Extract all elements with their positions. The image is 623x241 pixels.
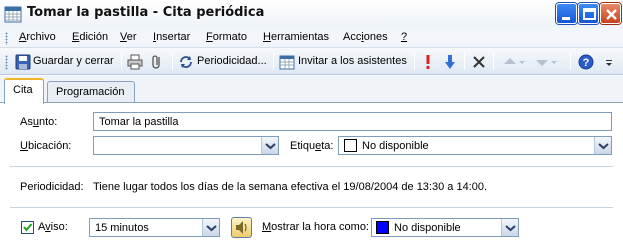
toolbar-separator xyxy=(273,53,274,70)
next-icon xyxy=(536,60,557,66)
calendar-icon xyxy=(4,6,22,23)
close-button[interactable] xyxy=(600,3,621,24)
appointment-form: Asunto: Tomar la pastilla Ubicación: Eti… xyxy=(0,102,623,241)
divider xyxy=(10,166,613,167)
window-title: Tomar la pastilla - Cita periódica xyxy=(27,5,265,20)
invite-calendar-icon xyxy=(279,55,295,70)
reminder-sound-button[interactable] xyxy=(231,217,252,238)
label-color-swatch xyxy=(344,139,357,152)
recurrence-label: Periodicidad: xyxy=(20,181,84,193)
low-importance-button[interactable] xyxy=(442,53,458,71)
showas-label: Mostrar la hora como: xyxy=(262,221,369,233)
appointment-window: Tomar la pastilla - Cita periódica Archi… xyxy=(0,0,623,241)
menu-insertar[interactable]: Insertar xyxy=(153,31,190,43)
minimize-button[interactable] xyxy=(556,3,577,24)
chevron-down-icon xyxy=(598,143,609,150)
title-bar[interactable]: Tomar la pastilla - Cita periódica xyxy=(0,0,623,28)
menu-archivo[interactable]: Archivo xyxy=(19,31,56,43)
location-label: Ubicación: xyxy=(20,140,72,152)
reminder-dropdown-button[interactable] xyxy=(202,219,219,236)
toolbar-separator xyxy=(121,53,122,70)
toolbar-options-button[interactable] xyxy=(602,53,616,71)
previous-icon xyxy=(504,58,525,64)
tab-cita[interactable]: Cita xyxy=(4,78,44,104)
recurrence-icon xyxy=(180,56,192,68)
location-combobox[interactable] xyxy=(93,136,279,155)
previous-item-button[interactable] xyxy=(500,53,526,71)
menu-ayuda[interactable]: ? xyxy=(401,31,407,43)
recurrence-text: Tiene lugar todos los días de la semana … xyxy=(93,181,488,193)
minimize-icon xyxy=(562,17,570,20)
menu-acciones[interactable]: Acciones xyxy=(343,31,388,43)
subject-label: Asunto: xyxy=(20,116,58,128)
chevron-down-icon xyxy=(505,225,516,232)
help-button[interactable]: ? xyxy=(577,53,595,71)
reminder-label: Aviso: xyxy=(38,221,68,233)
label-select[interactable]: No disponible xyxy=(338,136,612,155)
svg-text:?: ? xyxy=(583,57,590,69)
save-icon xyxy=(15,54,31,70)
subject-input[interactable]: Tomar la pastilla xyxy=(93,112,612,131)
chevron-down-icon xyxy=(265,143,276,150)
chevron-down-icon xyxy=(206,225,217,232)
close-icon xyxy=(606,9,617,20)
delete-x-icon xyxy=(473,56,485,68)
menu-bar: Archivo Edición Ver Insertar Formato Her… xyxy=(0,28,623,48)
high-importance-button[interactable] xyxy=(420,53,436,71)
reminder-select[interactable]: 15 minutos xyxy=(89,218,220,237)
exclamation-icon xyxy=(426,55,430,69)
maximize-icon xyxy=(583,8,596,20)
chevron-down-icon xyxy=(606,60,612,66)
next-item-button[interactable] xyxy=(532,53,558,71)
toolbar-separator xyxy=(493,53,494,70)
tab-programacion[interactable]: Programación xyxy=(47,81,135,103)
print-button[interactable] xyxy=(126,53,144,71)
arrow-down-icon xyxy=(445,55,455,69)
label-dropdown-button[interactable] xyxy=(594,137,611,154)
menu-ver[interactable]: Ver xyxy=(120,31,137,43)
toolbar-separator xyxy=(172,53,173,70)
menu-grip[interactable] xyxy=(5,32,8,45)
toolbar: Guardar y cerrar Periodicidad... Invitar… xyxy=(0,48,623,75)
checkmark-icon xyxy=(23,223,33,232)
delete-button[interactable] xyxy=(471,53,487,71)
menu-edicion[interactable]: Edición xyxy=(72,31,108,43)
reminder-checkbox[interactable] xyxy=(21,221,34,234)
menu-formato[interactable]: Formato xyxy=(206,31,247,43)
help-icon: ? xyxy=(578,54,594,70)
showas-color-swatch xyxy=(376,221,389,234)
paperclip-icon xyxy=(152,55,160,69)
label-label: Etiqueta: xyxy=(290,140,334,152)
save-close-button[interactable]: Guardar y cerrar xyxy=(14,53,122,71)
divider xyxy=(10,207,613,208)
menu-herramientas[interactable]: Herramientas xyxy=(263,31,329,43)
speaker-icon xyxy=(236,221,247,234)
toolbar-grip[interactable] xyxy=(5,55,8,70)
printer-icon xyxy=(127,54,143,70)
toolbar-separator xyxy=(570,53,571,70)
attach-button[interactable] xyxy=(148,53,166,71)
toolbar-separator xyxy=(464,53,465,70)
showas-dropdown-button[interactable] xyxy=(501,219,518,236)
recurrence-button[interactable]: Periodicidad... xyxy=(177,53,269,71)
maximize-button[interactable] xyxy=(578,3,599,24)
showas-select[interactable]: No disponible xyxy=(371,218,519,237)
tab-strip: Cita Programación xyxy=(0,76,623,104)
toolbar-separator xyxy=(414,53,415,70)
location-dropdown-button[interactable] xyxy=(261,137,278,154)
invite-attendees-button[interactable]: Invitar a los asistentes xyxy=(278,53,410,71)
